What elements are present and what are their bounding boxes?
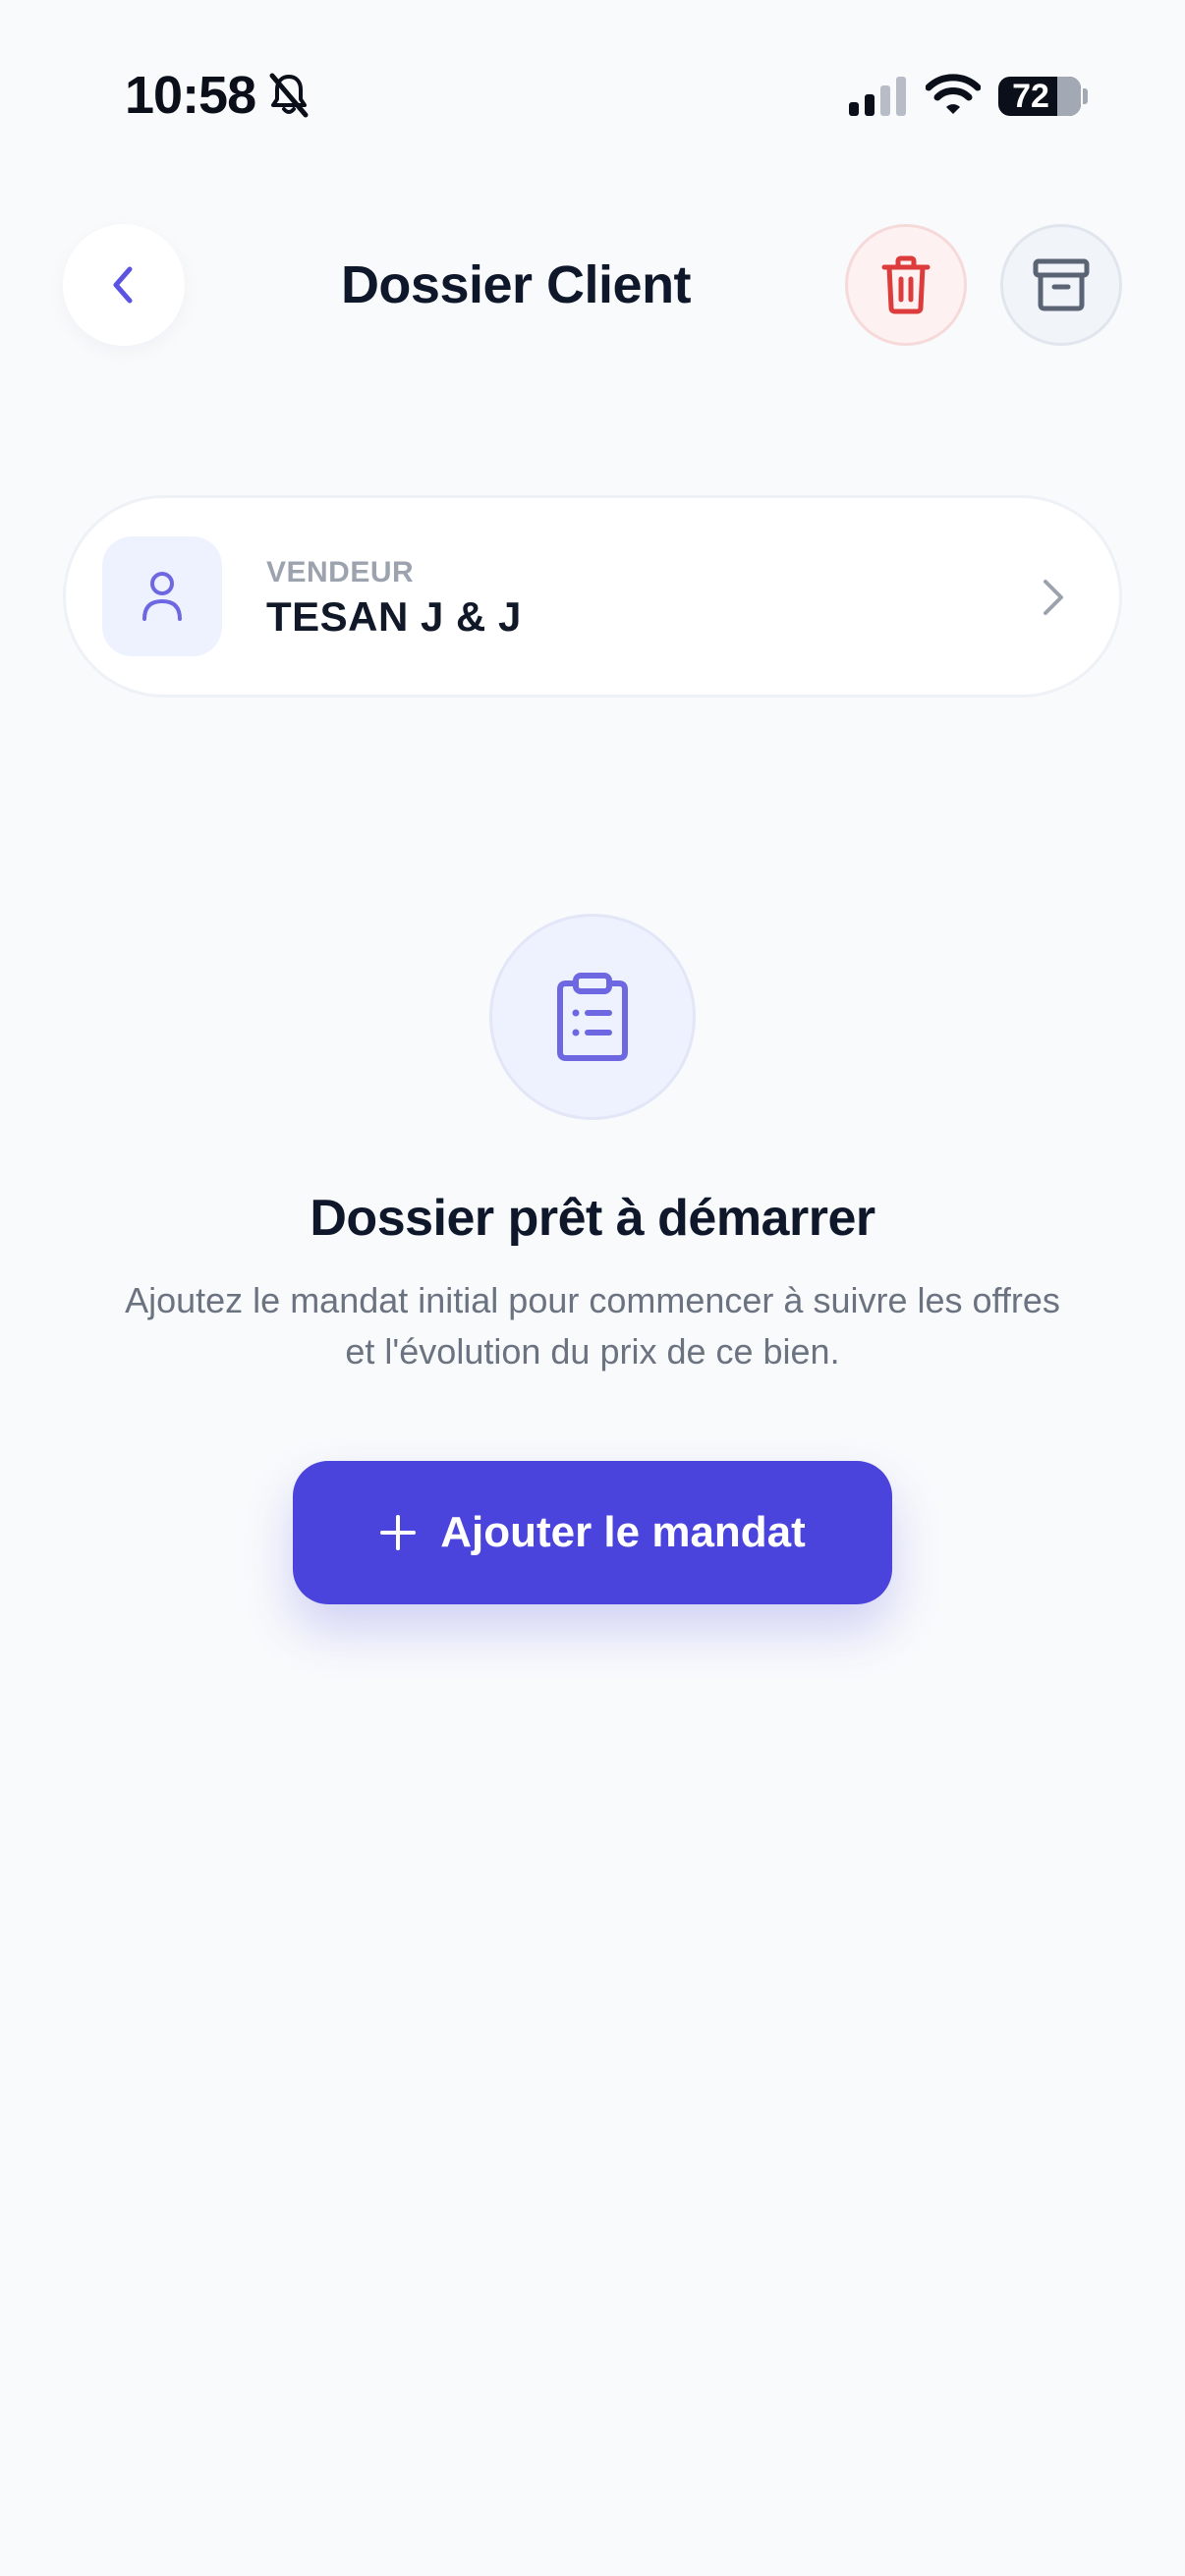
user-icon [142, 572, 182, 621]
battery-indicator: 72 [998, 77, 1081, 116]
seller-avatar [102, 536, 222, 656]
trash-icon [881, 255, 931, 314]
plus-icon [380, 1515, 417, 1550]
battery-level: 72 [1012, 78, 1049, 115]
chevron-left-icon [113, 266, 133, 304]
seller-name: TESAN J & J [266, 593, 522, 640]
bell-slash-icon [269, 73, 309, 118]
status-time: 10:58 [125, 66, 256, 125]
client-file-screen: 10:58 72 Dossier Client VENDEUR TESAN J … [0, 0, 1185, 2576]
add-mandate-label: Ajouter le mandat [440, 1508, 806, 1556]
archive-button[interactable] [1000, 224, 1122, 346]
cellular-signal-icon [849, 77, 906, 116]
clipboard-list-icon [557, 973, 628, 1061]
page-title: Dossier Client [340, 255, 692, 314]
empty-state-description: Ajoutez le mandat initial pour commencer… [125, 1280, 1060, 1372]
wifi-icon [926, 74, 981, 114]
seller-role-label: VENDEUR [266, 556, 415, 588]
delete-button[interactable] [845, 224, 967, 346]
battery-tip [1083, 88, 1088, 104]
empty-state-title: Dossier prêt à démarrer [310, 1190, 875, 1247]
add-mandate-button[interactable]: Ajouter le mandat [293, 1461, 892, 1604]
back-button[interactable] [63, 224, 185, 346]
archive-box-icon [1033, 258, 1090, 311]
empty-state-icon [489, 914, 696, 1120]
chevron-right-icon [1044, 580, 1063, 615]
